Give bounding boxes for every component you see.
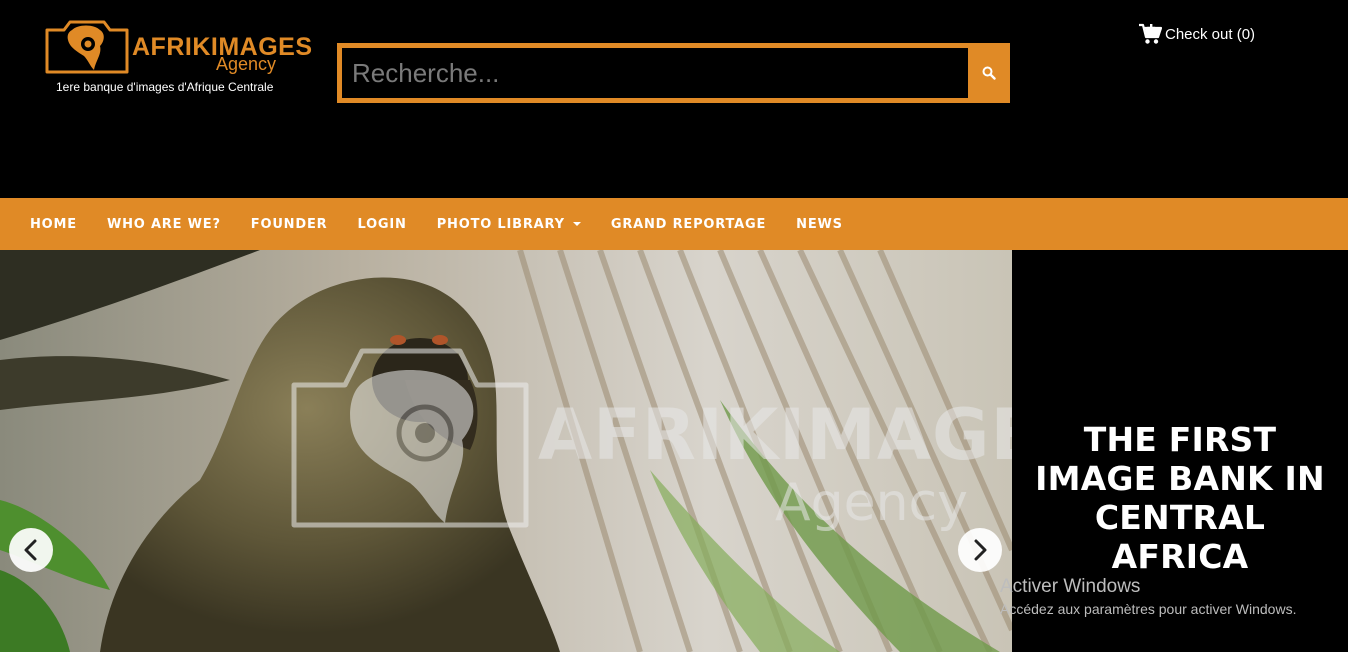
carousel-next-button[interactable] — [958, 528, 1002, 572]
site-header: AFRIKIMAGES Agency 1ere banque d'images … — [0, 0, 1348, 198]
logo-tagline: 1ere banque d'images d'Afrique Centrale — [56, 80, 274, 94]
windows-activation-subtitle: Accédez aux paramètres pour activer Wind… — [1000, 601, 1297, 617]
logo-agency-text: Agency — [216, 54, 277, 74]
search-icon — [982, 66, 996, 80]
watermark-brand-text: AFRIKIMAGES — [538, 394, 1012, 476]
chevron-left-icon — [24, 539, 37, 561]
shopping-cart-icon — [1139, 23, 1162, 44]
site-logo[interactable]: AFRIKIMAGES Agency 1ere banque d'images … — [44, 16, 312, 100]
search-bar — [337, 43, 1010, 103]
watermark-agency-text: Agency — [775, 473, 968, 533]
windows-activation-notice: Activer Windows Accédez aux paramètres p… — [1000, 576, 1296, 619]
chevron-right-icon — [974, 539, 987, 561]
nav-item-photo-library-label: PHOTO LIBRARY — [436, 216, 565, 232]
windows-activation-title: Activer Windows — [1000, 576, 1141, 597]
nav-item-founder[interactable]: FOUNDER — [236, 198, 343, 250]
checkout-label: Check out (0) — [1165, 25, 1256, 43]
search-button[interactable] — [968, 43, 1010, 103]
search-input[interactable] — [342, 48, 968, 98]
hero-carousel: AFRIKIMAGES Agency — [0, 250, 1012, 652]
nav-item-photo-library[interactable]: PHOTO LIBRARY — [422, 198, 596, 250]
watermark-camera-icon — [291, 348, 529, 528]
dropdown-caret-icon — [572, 222, 581, 226]
camera-africa-logo-icon — [45, 20, 129, 74]
checkout-link[interactable]: Check out (0) — [1138, 22, 1255, 46]
hero-watermark: AFRIKIMAGES Agency — [290, 345, 1012, 535]
nav-item-who-are-we[interactable]: WHO ARE WE? — [92, 198, 236, 250]
nav-item-login[interactable]: LOGIN — [342, 198, 421, 250]
nav-item-grand-reportage[interactable]: GRAND REPORTAGE — [596, 198, 781, 250]
carousel-prev-button[interactable] — [9, 528, 53, 572]
main-navigation: HOME WHO ARE WE? FOUNDER LOGIN PHOTO LIB… — [0, 198, 1348, 250]
nav-item-home[interactable]: HOME — [15, 198, 92, 250]
hero-title: THE FIRST IMAGE BANK IN CENTRAL AFRICA — [1035, 420, 1325, 576]
nav-item-news[interactable]: NEWS — [781, 198, 858, 250]
